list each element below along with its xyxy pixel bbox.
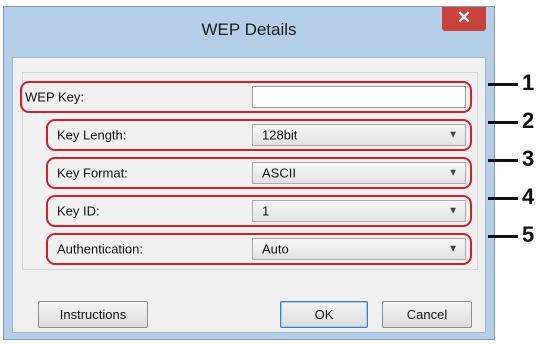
- key-length-row: Key Length: 128bit ▼: [46, 119, 472, 151]
- authentication-value: Auto: [262, 241, 289, 257]
- title-bar[interactable]: WEP Details ✕: [4, 7, 494, 57]
- close-button[interactable]: ✕: [442, 7, 486, 31]
- key-length-value: 128bit: [262, 127, 298, 143]
- callout-number-3: 3: [522, 146, 535, 171]
- key-length-label: Key Length:: [57, 127, 127, 143]
- chevron-down-icon: ▼: [448, 243, 458, 255]
- wep-key-input[interactable]: [252, 86, 466, 108]
- ok-button[interactable]: OK: [280, 301, 368, 328]
- callout-line-3: [488, 159, 518, 162]
- callout-number-4: 4: [522, 184, 535, 209]
- dialog-title: WEP Details: [201, 20, 297, 39]
- key-format-select[interactable]: ASCII ▼: [252, 162, 466, 184]
- settings-group: WEP Key: Key Length: 128bit ▼ Key Format…: [20, 72, 478, 270]
- key-format-row: Key Format: ASCII ▼: [46, 157, 472, 189]
- chevron-down-icon: ▼: [448, 129, 458, 141]
- chevron-down-icon: ▼: [448, 205, 458, 217]
- authentication-select[interactable]: Auto ▼: [252, 238, 466, 260]
- key-id-value: 1: [262, 203, 270, 219]
- callout-line-4: [488, 197, 518, 200]
- wep-details-dialog: WEP Details ✕ WEP Key: Key Length: 128bi…: [3, 6, 495, 340]
- authentication-row: Authentication: Auto ▼: [46, 233, 472, 265]
- key-id-row: Key ID: 1 ▼: [46, 195, 472, 227]
- callout-number-2: 2: [522, 108, 535, 133]
- dialog-body: WEP Key: Key Length: 128bit ▼ Key Format…: [12, 57, 486, 333]
- wep-key-label: WEP Key:: [25, 89, 85, 105]
- callout-line-5: [488, 235, 518, 238]
- key-format-label: Key Format:: [57, 165, 128, 181]
- key-length-select[interactable]: 128bit ▼: [252, 124, 466, 146]
- close-icon: ✕: [456, 8, 472, 27]
- wep-key-row: WEP Key:: [20, 81, 472, 113]
- callout-number-5: 5: [522, 222, 535, 247]
- chevron-down-icon: ▼: [448, 167, 458, 179]
- key-id-label: Key ID:: [57, 203, 100, 219]
- key-id-select[interactable]: 1 ▼: [252, 200, 466, 222]
- callout-number-1: 1: [522, 70, 535, 95]
- key-format-value: ASCII: [262, 165, 296, 181]
- instructions-button[interactable]: Instructions: [38, 301, 148, 328]
- callout-line-1: [488, 83, 518, 86]
- callout-line-2: [488, 121, 518, 124]
- cancel-button[interactable]: Cancel: [382, 301, 472, 328]
- authentication-label: Authentication:: [57, 241, 144, 257]
